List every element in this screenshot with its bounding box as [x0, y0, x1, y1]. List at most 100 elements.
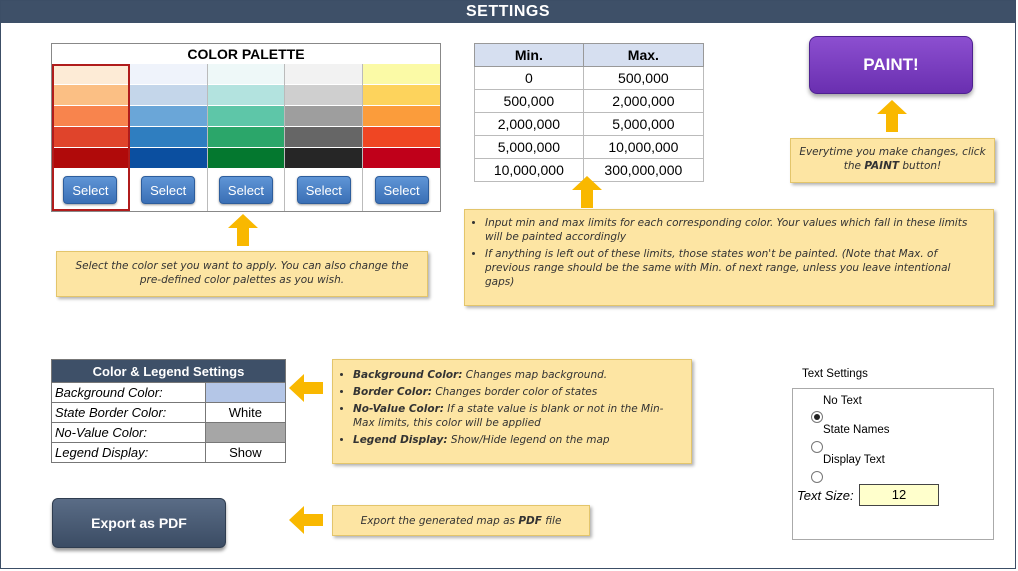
select-palette-button[interactable]: Select [374, 176, 429, 204]
palette-column: Select [52, 64, 130, 211]
select-palette-button[interactable]: Select [63, 176, 118, 204]
color-swatch [52, 127, 129, 148]
arrow-left-icon [289, 374, 323, 402]
color-swatch [129, 85, 207, 106]
color-swatch [363, 85, 440, 106]
color-swatch [52, 148, 129, 169]
range-row: 0 500,000 [474, 66, 705, 90]
color-swatch [285, 127, 363, 148]
radio-label-state-names: State Names [823, 424, 890, 436]
min-cell[interactable]: 5,000,000 [474, 135, 584, 159]
radio-display-text[interactable] [811, 441, 823, 453]
legend-row: Legend Display: Show [51, 442, 287, 463]
arrow-up-icon [572, 176, 602, 208]
color-swatch [363, 106, 440, 127]
min-cell[interactable]: 2,000,000 [474, 112, 584, 136]
color-swatch [363, 127, 440, 148]
max-cell[interactable]: 10,000,000 [582, 135, 705, 159]
select-palette-button[interactable]: Select [296, 176, 351, 204]
page-title: SETTINGS [1, 1, 1015, 23]
palette-columns: Select Select Select Select Select [52, 64, 440, 211]
note-item: Input min and max limits for each corres… [485, 216, 983, 244]
max-cell[interactable]: 2,000,000 [582, 89, 705, 113]
color-swatch [285, 85, 363, 106]
ranges-note: Input min and max limits for each corres… [464, 209, 994, 306]
paint-button[interactable]: PAINT! [809, 36, 973, 94]
color-swatch [285, 64, 363, 85]
color-swatch [207, 127, 285, 148]
no-value-color-cell[interactable] [204, 422, 287, 443]
legend-row: State Border Color: White [51, 402, 287, 423]
min-header: Min. [474, 43, 584, 67]
text-settings-title: Text Settings [800, 368, 870, 380]
min-cell[interactable]: 500,000 [474, 89, 584, 113]
note-item: Background Color: Changes map background… [353, 368, 681, 382]
select-palette-button[interactable]: Select [141, 176, 196, 204]
max-cell[interactable]: 500,000 [582, 66, 705, 90]
no-value-color-label: No-Value Color: [51, 422, 206, 443]
radio-extra[interactable] [811, 471, 823, 483]
color-swatch [207, 148, 285, 169]
range-table: Min. Max. 0 500,000 500,000 2,000,000 2,… [474, 43, 705, 182]
legend-display-label: Legend Display: [51, 442, 206, 463]
arrow-up-icon [877, 100, 907, 132]
legend-row: No-Value Color: [51, 422, 287, 443]
background-color-label: Background Color: [51, 382, 206, 403]
color-swatch [52, 64, 129, 85]
palette-button-cell: Select [285, 169, 362, 211]
select-palette-button[interactable]: Select [218, 176, 273, 204]
color-swatch [363, 64, 440, 85]
note-item: No-Value Color: If a state value is blan… [353, 402, 681, 430]
radio-state-names[interactable] [811, 411, 823, 423]
radio-label-display-text: Display Text [823, 454, 885, 466]
palette-note: Select the color set you want to apply. … [56, 251, 428, 297]
border-color-cell[interactable]: White [204, 402, 287, 423]
legend-row: Background Color: [51, 382, 287, 403]
color-palette: COLOR PALETTE Select Select Select Select Se… [51, 43, 441, 212]
color-swatch [207, 85, 285, 106]
color-swatch [285, 148, 363, 169]
color-swatch [129, 64, 207, 85]
note-item: Border Color: Changes border color of st… [353, 385, 681, 399]
legend-settings-title: Color & Legend Settings [51, 359, 286, 383]
range-row: 2,000,000 5,000,000 [474, 112, 705, 136]
legend-note: Background Color: Changes map background… [332, 359, 692, 464]
color-swatch [129, 127, 207, 148]
palette-button-cell: Select [363, 169, 440, 211]
palette-column: Select [363, 64, 440, 211]
palette-column: Select [285, 64, 364, 211]
color-swatch [207, 64, 285, 85]
color-swatch [207, 106, 285, 127]
note-item: Legend Display: Show/Hide legend on the … [353, 433, 681, 447]
min-cell[interactable]: 0 [474, 66, 584, 90]
max-header: Max. [582, 43, 705, 67]
arrow-left-icon [289, 506, 323, 534]
legend-settings-table: Color & Legend Settings Background Color… [51, 359, 287, 463]
export-pdf-button[interactable]: Export as PDF [52, 498, 226, 548]
range-row: 5,000,000 10,000,000 [474, 135, 705, 159]
text-size-input[interactable]: 12 [859, 484, 939, 506]
radio-label-no-text: No Text [823, 395, 862, 407]
color-swatch [52, 106, 129, 127]
palette-column: Select [129, 64, 208, 211]
palette-button-cell: Select [52, 169, 129, 211]
background-color-cell[interactable] [204, 382, 287, 403]
palette-column: Select [207, 64, 286, 211]
arrow-up-icon [228, 214, 258, 246]
note-item: If anything is left out of these limits,… [485, 247, 983, 289]
export-note: Export the generated map as PDF file [332, 505, 590, 536]
palette-button-cell: Select [130, 169, 207, 211]
color-swatch [129, 148, 207, 169]
text-size-label: Text Size: [797, 488, 854, 503]
color-swatch [363, 148, 440, 169]
legend-display-cell[interactable]: Show [204, 442, 287, 463]
palette-title: COLOR PALETTE [52, 44, 440, 65]
color-swatch [129, 106, 207, 127]
min-cell[interactable]: 10,000,000 [474, 158, 584, 182]
palette-button-cell: Select [208, 169, 285, 211]
range-row: 500,000 2,000,000 [474, 89, 705, 113]
color-swatch [52, 85, 129, 106]
paint-note: Everytime you make changes, click the PA… [790, 138, 995, 183]
border-color-label: State Border Color: [51, 402, 206, 423]
max-cell[interactable]: 5,000,000 [582, 112, 705, 136]
